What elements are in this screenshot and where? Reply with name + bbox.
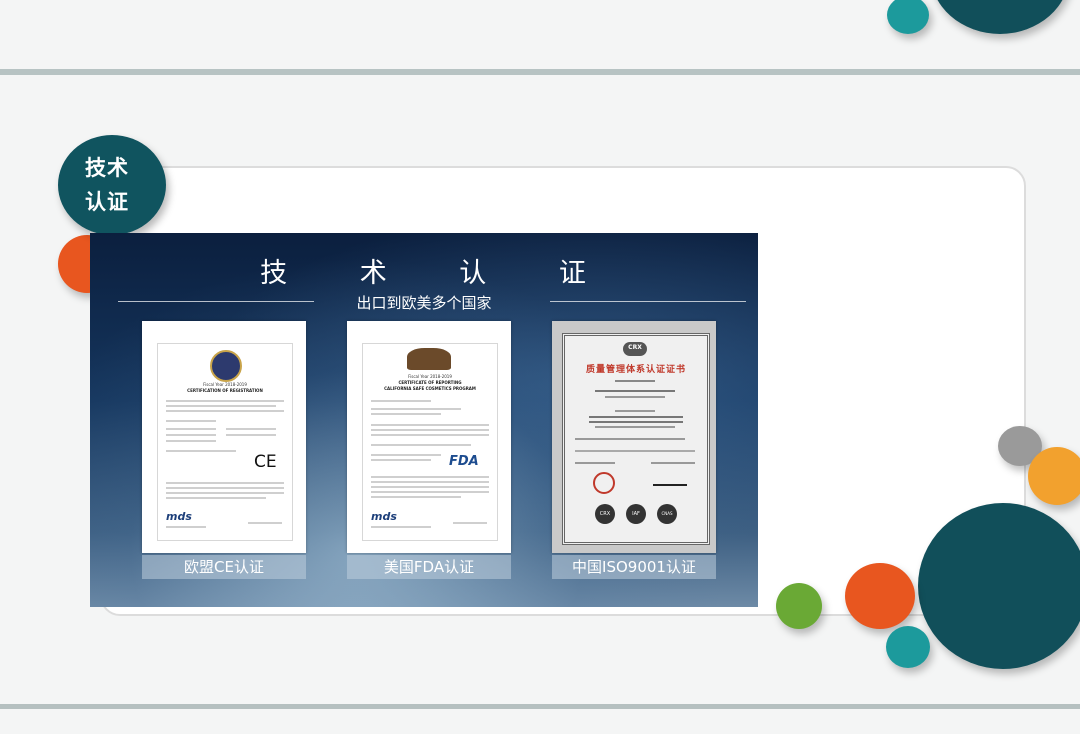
section-badge-label: 技术认证 bbox=[85, 156, 129, 214]
certificate-fda[interactable]: Fiscal Year 2018-2019 CERTIFICATE OF REP… bbox=[347, 321, 511, 579]
text-line bbox=[166, 405, 276, 407]
crx-badge-text: CRX bbox=[599, 511, 611, 517]
certificate-sheet: Fiscal Year 2018-2019 CERTIFICATE OF REP… bbox=[347, 321, 511, 553]
certificate-border: Fiscal Year 2018-2019 CERTIFICATION OF R… bbox=[157, 343, 293, 541]
text-line bbox=[589, 421, 683, 423]
ce-mark: CE bbox=[254, 452, 277, 472]
certificate-frame: CRX 质量管理体系认证证书 CRX IAF CNAS bbox=[562, 333, 710, 545]
cnas-badge-text: CNAS bbox=[661, 511, 673, 516]
text-line bbox=[575, 462, 615, 464]
text-line bbox=[371, 491, 489, 493]
certificate-sheet: CRX 质量管理体系认证证书 CRX IAF CNAS bbox=[552, 321, 716, 553]
text-line bbox=[166, 526, 206, 528]
eagle-emblem-icon bbox=[407, 348, 451, 370]
certificate-heading: CERTIFICATION OF REGISTRATION bbox=[187, 388, 263, 393]
certificate-heading: CERTIFICATE OF REPORTING bbox=[398, 380, 462, 385]
banner-line-right bbox=[550, 301, 746, 302]
text-line bbox=[615, 410, 655, 412]
text-line bbox=[371, 486, 489, 488]
text-line bbox=[166, 428, 216, 430]
text-line bbox=[615, 380, 655, 382]
bottom-divider bbox=[0, 704, 1080, 709]
certificate-year: Fiscal Year 2018-2019 bbox=[203, 382, 247, 387]
text-line bbox=[371, 476, 489, 478]
text-line bbox=[595, 426, 675, 428]
banner-subtitle: 出口到欧美多个国家 bbox=[356, 294, 492, 312]
signature-line bbox=[248, 522, 282, 524]
text-line bbox=[371, 400, 431, 402]
text-line bbox=[166, 497, 266, 499]
text-line bbox=[166, 400, 284, 402]
uk-crest-icon bbox=[210, 350, 242, 382]
text-line bbox=[371, 526, 431, 528]
top-divider bbox=[0, 69, 1080, 75]
certificate-border: Fiscal Year 2018-2019 CERTIFICATE OF REP… bbox=[362, 343, 498, 541]
text-line bbox=[226, 434, 276, 436]
text-line bbox=[166, 492, 284, 494]
text-line bbox=[371, 459, 431, 461]
text-line bbox=[595, 390, 675, 392]
signature-line bbox=[653, 484, 687, 486]
text-line bbox=[651, 462, 695, 464]
text-line bbox=[166, 482, 284, 484]
certification-banner: 技 术 认 证 出口到欧美多个国家 Fiscal Year 2018-2019 … bbox=[90, 233, 758, 607]
text-line bbox=[166, 434, 216, 436]
orange-circle bbox=[1028, 447, 1080, 505]
text-line bbox=[371, 408, 461, 410]
text-line bbox=[371, 413, 441, 415]
text-line bbox=[166, 440, 216, 442]
teal-large-circle bbox=[918, 503, 1080, 669]
text-line bbox=[166, 420, 216, 422]
certificate-year: Fiscal Year 2018-2019 bbox=[408, 374, 452, 379]
crx-logo-text: CRX bbox=[628, 344, 642, 351]
green-circle bbox=[776, 583, 822, 629]
banner-title: 技 术 认 证 bbox=[260, 258, 618, 289]
text-line bbox=[166, 410, 284, 412]
red-seal-icon bbox=[593, 472, 615, 494]
section-badge: 技术认证 bbox=[58, 135, 166, 235]
text-line bbox=[371, 454, 441, 456]
text-line bbox=[371, 434, 489, 436]
text-line bbox=[371, 429, 489, 431]
certificate-sheet: Fiscal Year 2018-2019 CERTIFICATION OF R… bbox=[142, 321, 306, 553]
text-line bbox=[575, 438, 685, 440]
certificate-caption: 美国FDA认证 bbox=[347, 555, 511, 579]
mds-logo: mds bbox=[166, 510, 192, 523]
signature-line bbox=[453, 522, 487, 524]
certificate-caption: 欧盟CE认证 bbox=[142, 555, 306, 579]
text-line bbox=[589, 416, 683, 418]
text-line bbox=[371, 444, 471, 446]
text-line bbox=[605, 396, 665, 398]
text-line bbox=[166, 487, 284, 489]
text-line bbox=[371, 496, 461, 498]
iaf-badge-text: IAF bbox=[632, 511, 640, 517]
top-teal-small-circle bbox=[887, 0, 929, 34]
teal-small-circle bbox=[886, 626, 930, 668]
certificate-caption: 中国ISO9001认证 bbox=[552, 555, 716, 579]
mds-logo: mds bbox=[371, 510, 397, 523]
top-teal-large-circle bbox=[930, 0, 1070, 34]
orange-red-circle bbox=[845, 563, 915, 629]
text-line bbox=[371, 424, 489, 426]
fda-logo: FDA bbox=[449, 454, 479, 469]
certificate-subheading: CALIFORNIA SAFE COSMETICS PROGRAM bbox=[384, 386, 476, 391]
certificate-ce[interactable]: Fiscal Year 2018-2019 CERTIFICATION OF R… bbox=[142, 321, 306, 579]
certificate-heading: 质量管理体系认证证书 bbox=[585, 365, 686, 375]
text-line bbox=[575, 450, 695, 452]
certificate-iso9001[interactable]: CRX 质量管理体系认证证书 CRX IAF CNAS 中国ISO9001认证 bbox=[552, 321, 716, 579]
text-line bbox=[166, 450, 236, 452]
text-line bbox=[226, 428, 276, 430]
text-line bbox=[371, 481, 489, 483]
